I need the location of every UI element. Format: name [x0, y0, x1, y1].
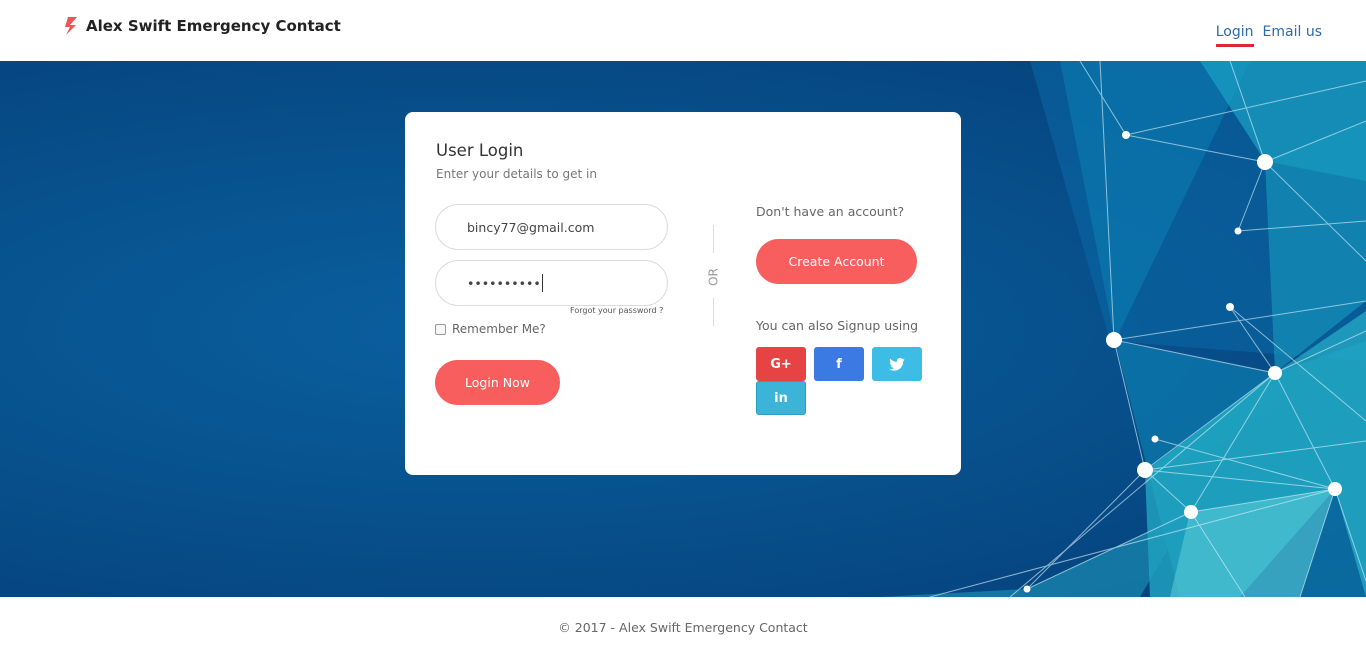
divider-line-bottom [713, 298, 714, 326]
card-title: User Login [436, 141, 524, 160]
linkedin-icon: in [774, 390, 788, 406]
nav-login-link[interactable]: Login [1215, 24, 1254, 47]
top-nav: Login Email us [1215, 24, 1322, 47]
linkedin-button[interactable]: in [756, 381, 806, 415]
facebook-button[interactable]: f [814, 347, 864, 381]
password-value: •••••••••• [467, 275, 541, 291]
brand-logo-icon [65, 17, 77, 35]
twitter-button[interactable] [872, 347, 922, 381]
footer: © 2017 - Alex Swift Emergency Contact [0, 597, 1366, 662]
card-subtitle: Enter your details to get in [436, 167, 597, 181]
brand-name: Alex Swift Emergency Contact [86, 17, 341, 35]
signup-using-text: You can also Signup using [756, 318, 919, 333]
password-field[interactable]: •••••••••• [435, 260, 668, 306]
remember-me[interactable]: Remember Me? [435, 322, 546, 336]
facebook-icon: f [836, 356, 842, 372]
create-account-button[interactable]: Create Account [756, 239, 917, 284]
email-value: bincy77@gmail.com [467, 219, 595, 235]
login-button[interactable]: Login Now [435, 360, 560, 405]
remember-me-checkbox[interactable] [435, 323, 446, 335]
google-plus-icon: G+ [770, 356, 792, 372]
email-field[interactable]: bincy77@gmail.com [435, 204, 668, 250]
text-caret [541, 274, 543, 292]
twitter-icon [889, 357, 905, 371]
header: Alex Swift Emergency Contact Login Email… [0, 0, 1366, 61]
nav-email-link[interactable]: Email us [1263, 24, 1322, 44]
google-plus-button[interactable]: G+ [756, 347, 806, 381]
login-card: User Login Enter your details to get in … [405, 112, 961, 475]
brand[interactable]: Alex Swift Emergency Contact [64, 17, 341, 35]
divider-line-top [713, 225, 714, 253]
forgot-password-link[interactable]: Forgot your password ? [570, 306, 663, 315]
remember-me-label: Remember Me? [452, 322, 546, 336]
or-separator: OR [706, 268, 721, 286]
hero-background: User Login Enter your details to get in … [0, 61, 1366, 597]
no-account-text: Don't have an account? [756, 204, 905, 219]
footer-copyright: © 2017 - Alex Swift Emergency Contact [558, 620, 808, 635]
